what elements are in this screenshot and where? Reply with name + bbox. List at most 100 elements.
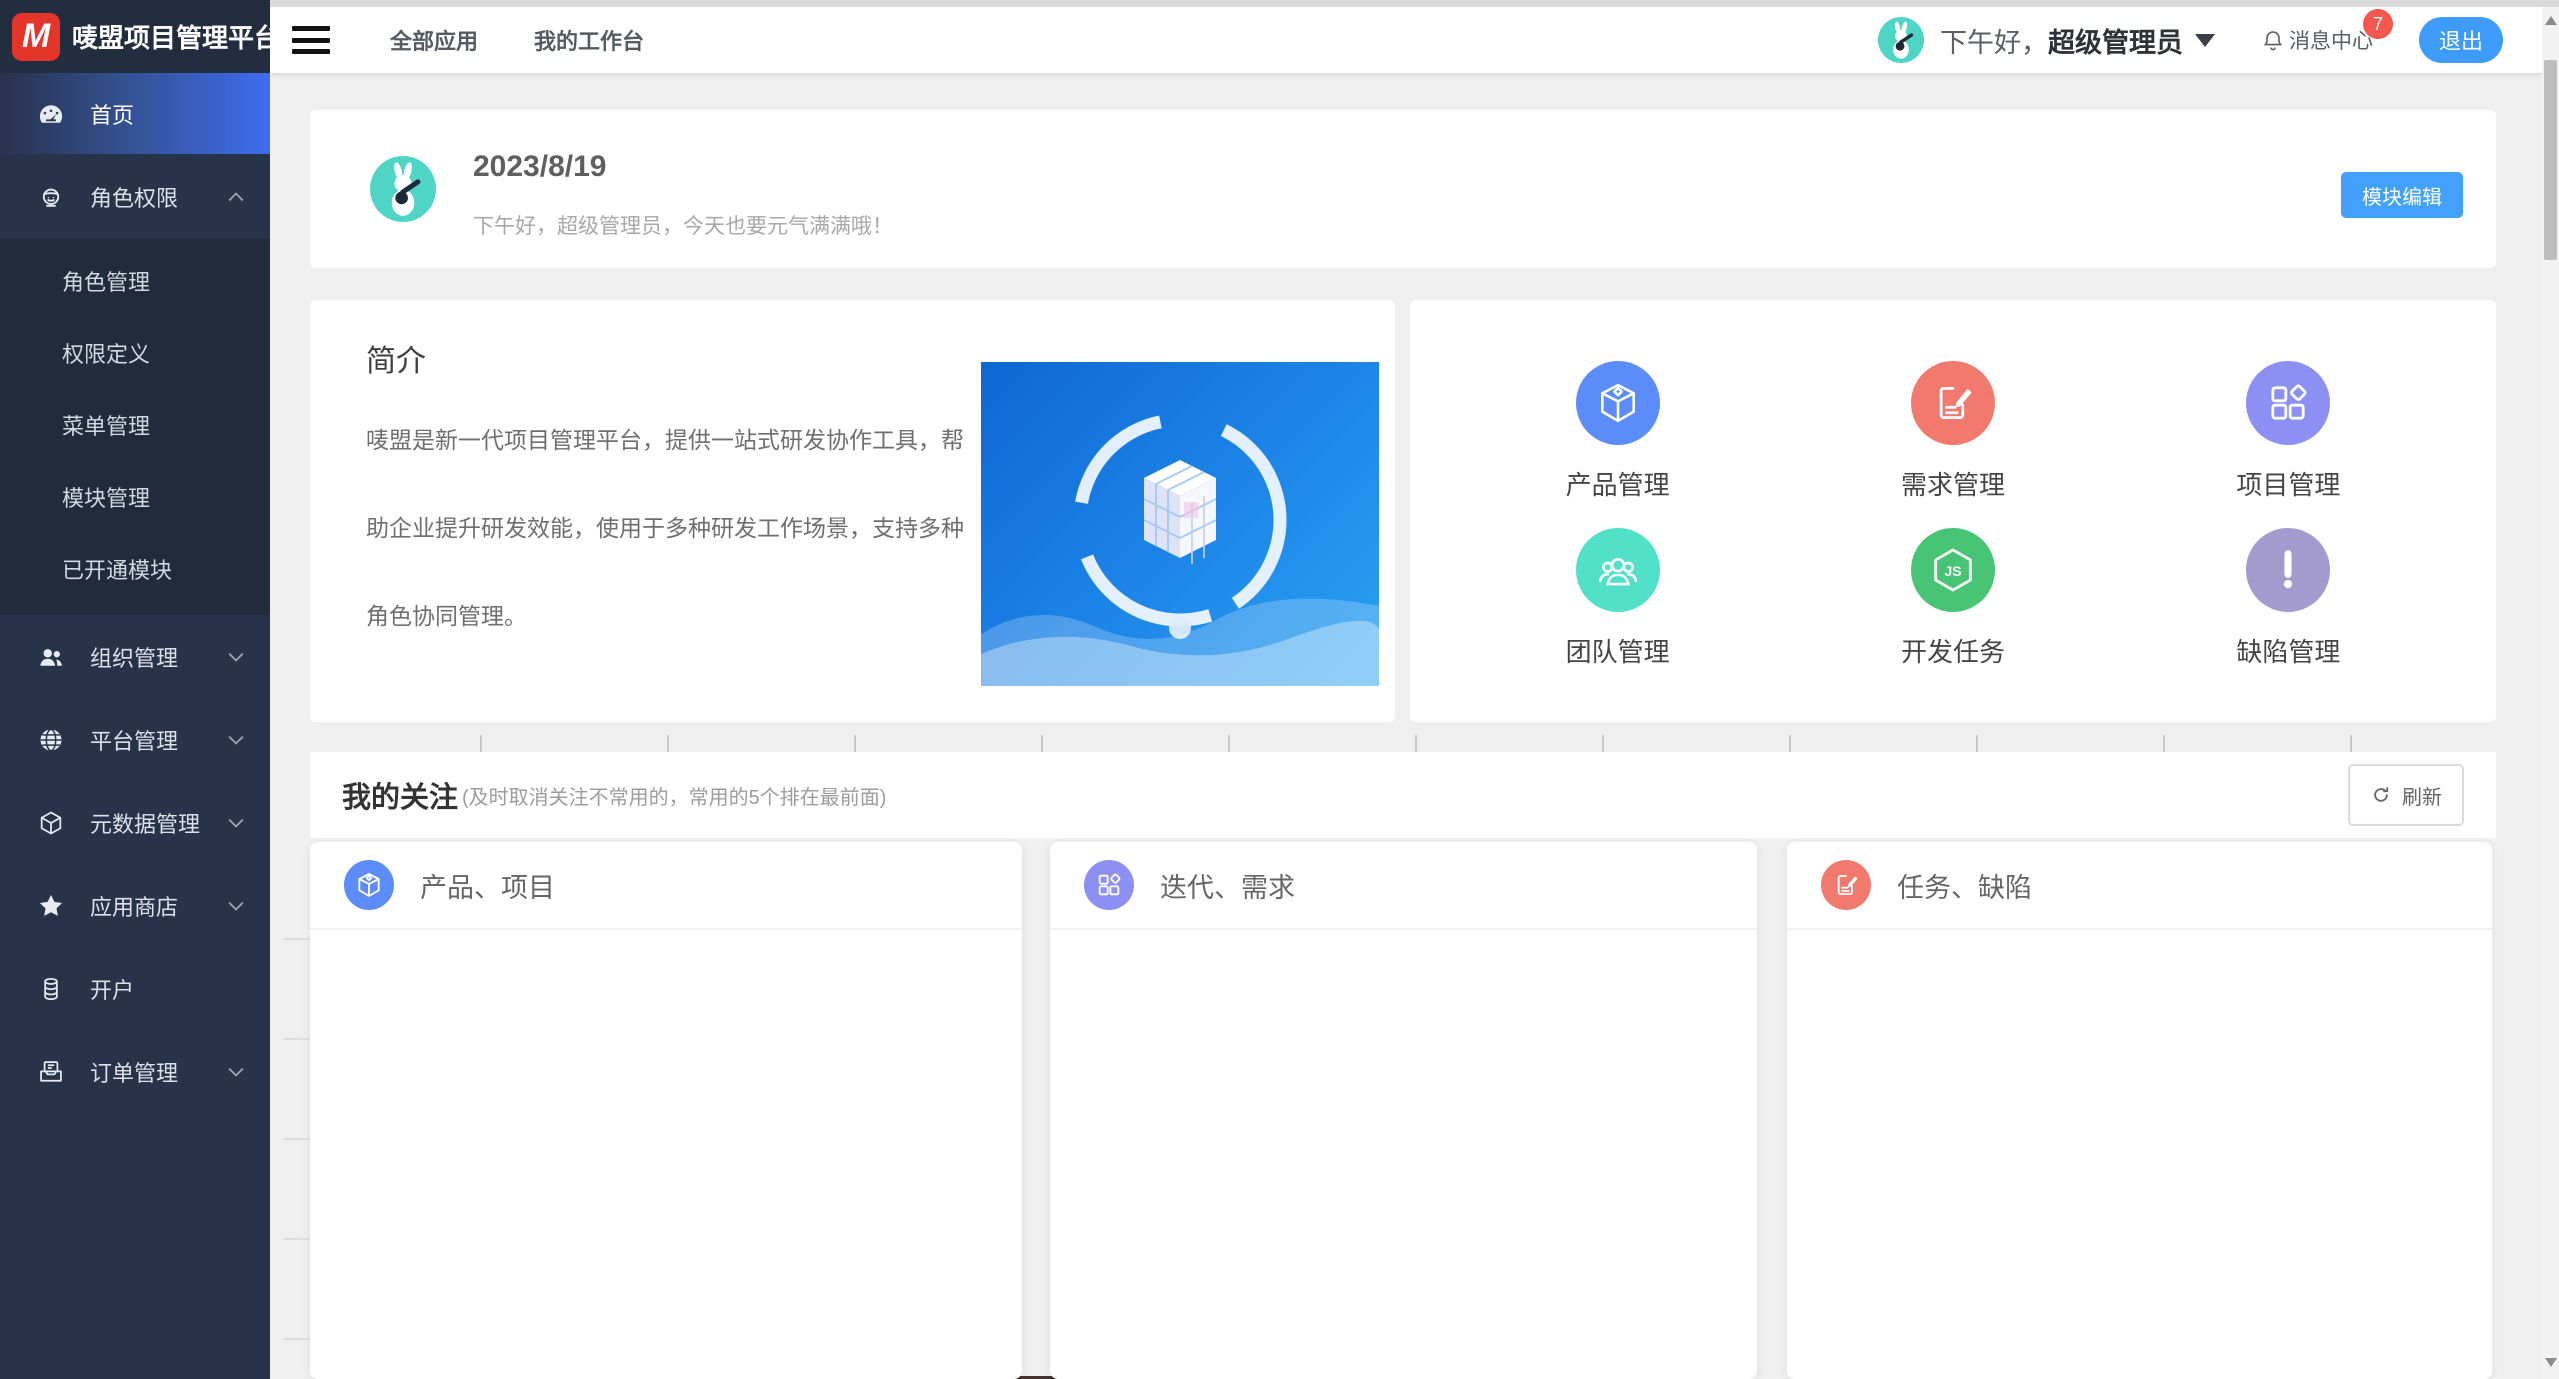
sidebar-item-appstore[interactable]: 应用商店 [0,864,270,947]
exclamation-icon [2246,528,2330,612]
top-header: 全部应用 我的工作台 下午好， 超级管理员 消息中心 7 退出 [270,0,2559,73]
user-greeting[interactable]: 下午好， 超级管理员 [1940,21,2215,60]
refresh-label: 刷新 [2402,781,2442,810]
intro-title: 简介 [366,336,426,380]
chevron-up-icon [228,192,244,202]
follow-card-title: 迭代、需求 [1160,866,1295,905]
message-center-label: 消息中心 [2289,25,2373,55]
module-project-management[interactable]: 项目管理 [2121,348,2456,515]
sidebar-item-label: 订单管理 [90,1056,178,1088]
sidebar-item-home[interactable]: 首页 [0,73,270,154]
grid-components-icon [2246,361,2330,445]
modules-card: 产品管理 需求管理 项目管理 团队管理 JS 开发任务 [1410,300,2496,722]
sidebar-item-label: 角色权限 [90,181,178,213]
scroll-up-arrow-icon[interactable] [2545,16,2557,25]
module-team-management[interactable]: 团队管理 [1450,515,1785,682]
app-logo[interactable]: M 唛盟项目管理平台 [0,0,270,73]
app-title: 唛盟项目管理平台 [72,18,280,55]
document-edit-icon [1911,361,1995,445]
sidebar-item-roles[interactable]: 角色权限 [0,154,270,239]
follow-card-iterations-requirements[interactable]: 迭代、需求 [1050,842,1757,1379]
module-label: 开发任务 [1901,632,2005,669]
header-right: 下午好， 超级管理员 消息中心 7 退出 [1878,17,2503,63]
sidebar-item-metadata[interactable]: 元数据管理 [0,781,270,864]
account-database-icon [36,974,66,1004]
scrollbar-thumb[interactable] [2544,60,2557,260]
my-follow-header: 我的关注 (及时取消关注不常用的，常用的5个排在最前面) 刷新 [310,752,2496,838]
platform-illustration [981,362,1379,686]
nav-my-workbench[interactable]: 我的工作台 [534,24,644,56]
app-root: M 唛盟项目管理平台 首页 角色权限 角色管理 权限定 [0,0,2559,1379]
my-follow-note: (及时取消关注不常用的，常用的5个排在最前面) [462,781,886,810]
sidebar-item-label: 平台管理 [90,724,178,756]
logo-m-icon: M [12,13,60,61]
vertical-scrollbar[interactable] [2542,0,2559,1379]
refresh-button[interactable]: 刷新 [2348,764,2464,826]
user-avatar[interactable] [1878,17,1924,63]
follow-card-tasks-defects[interactable]: 任务、缺陷 [1787,842,2492,1379]
top-edge-strip [270,0,2559,7]
sidebar-item-label: 应用商店 [90,890,178,922]
follow-card-header: 产品、项目 [310,842,1022,930]
sidebar-subitem-module-management[interactable]: 模块管理 [0,461,270,533]
intro-body: 唛盟是新一代项目管理平台，提供一站式研发协作工具，帮助企业提升研发效能，使用于多… [366,396,980,660]
nav-all-apps[interactable]: 全部应用 [390,24,478,56]
welcome-card: 2023/8/19 下午好，超级管理员，今天也要元气满满哦！ 模块编辑 [310,110,2496,268]
module-dev-tasks[interactable]: JS 开发任务 [1785,515,2120,682]
module-defect-management[interactable]: 缺陷管理 [2121,515,2456,682]
follow-card-title: 任务、缺陷 [1897,866,2032,905]
welcome-message: 下午好，超级管理员，今天也要元气满满哦！ [473,210,893,240]
sidebar-item-platform[interactable]: 平台管理 [0,698,270,781]
module-product-management[interactable]: 产品管理 [1450,348,1785,515]
follow-card-body [310,930,1022,1377]
order-icon [36,1057,66,1087]
sidebar: M 唛盟项目管理平台 首页 角色权限 角色管理 权限定 [0,0,270,1379]
welcome-avatar [370,156,436,222]
appstore-star-icon [36,891,66,921]
module-edit-button[interactable]: 模块编辑 [2341,172,2463,218]
sidebar-item-organization[interactable]: 组织管理 [0,615,270,698]
message-center[interactable]: 消息中心 7 [2261,25,2373,55]
hamburger-menu-icon[interactable] [292,26,330,54]
sidebar-submenu-roles: 角色管理 权限定义 菜单管理 模块管理 已开通模块 [0,239,270,615]
follow-card-header: 任务、缺陷 [1787,842,2492,930]
chevron-down-icon [228,735,244,745]
gutter-row-lines [283,938,310,1379]
sidebar-item-open-account[interactable]: 开户 [0,947,270,1030]
module-requirement-management[interactable]: 需求管理 [1785,348,2120,515]
bell-icon [2261,28,2285,52]
follow-card-products-projects[interactable]: 产品、项目 [310,842,1022,1379]
organization-icon [36,642,66,672]
sidebar-menu: 首页 角色权限 角色管理 权限定义 菜单管理 模块管理 已开通模块 [0,73,270,1113]
sidebar-item-orders[interactable]: 订单管理 [0,1030,270,1113]
chevron-down-icon [228,901,244,911]
chevron-down-icon [228,652,244,662]
scroll-down-arrow-icon[interactable] [2545,1358,2557,1367]
refresh-icon [2370,784,2392,806]
sidebar-subitem-permission-definition[interactable]: 权限定义 [0,317,270,389]
message-badge: 7 [2363,9,2393,39]
team-icon [1576,528,1660,612]
sidebar-item-label: 开户 [90,973,134,1005]
my-follow-title: 我的关注 [342,774,458,816]
chevron-down-icon [228,1067,244,1077]
platform-globe-icon [36,725,66,755]
caret-down-icon [2195,34,2215,47]
follow-card-title: 产品、项目 [420,866,555,905]
module-label: 产品管理 [1566,465,1670,502]
module-label: 项目管理 [2236,465,2340,502]
js-hexagon-icon: JS [1911,528,1995,612]
cube-3d-icon [344,860,394,910]
role-icon [36,182,66,212]
svg-text:JS: JS [1944,563,1961,579]
logout-button[interactable]: 退出 [2419,17,2503,63]
sidebar-item-label: 元数据管理 [90,807,200,839]
dashboard-icon [36,99,66,129]
sidebar-subitem-opened-modules[interactable]: 已开通模块 [0,533,270,605]
sidebar-subitem-role-management[interactable]: 角色管理 [0,245,270,317]
welcome-date: 2023/8/19 [473,150,606,184]
sidebar-item-label: 首页 [90,98,134,130]
header-nav: 全部应用 我的工作台 [390,24,644,56]
sidebar-subitem-menu-management[interactable]: 菜单管理 [0,389,270,461]
module-label: 缺陷管理 [2236,632,2340,669]
